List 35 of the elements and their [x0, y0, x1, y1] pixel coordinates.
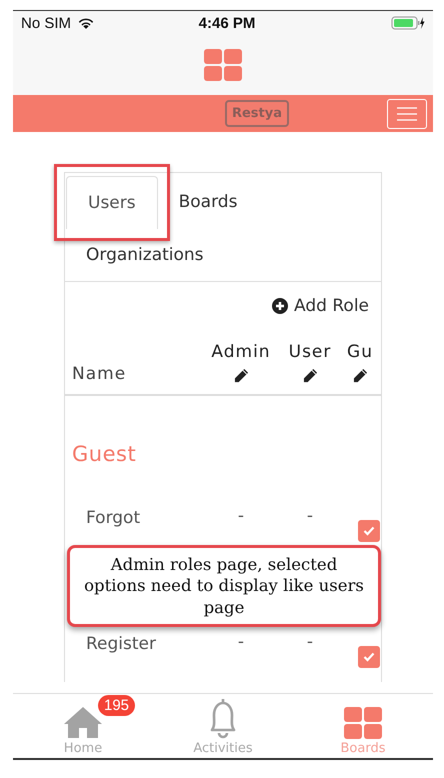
- table-cell: -: [306, 632, 314, 652]
- column-header: User: [288, 342, 332, 362]
- checkbox[interactable]: [358, 520, 380, 542]
- annotation-callout: Admin roles page, selected options need to display like users page: [67, 545, 381, 628]
- boards-icon: [344, 707, 382, 739]
- carrier-text: No SIM: [21, 14, 72, 32]
- checkbox[interactable]: [358, 646, 380, 668]
- notification-badge: 195: [98, 695, 136, 716]
- add-role-link[interactable]: Add Role: [272, 296, 369, 316]
- checkmark-icon: [363, 526, 375, 536]
- tab[interactable]: Users: [66, 176, 158, 229]
- table-cell: -: [238, 506, 244, 526]
- column-header: Gu: [347, 342, 373, 362]
- table-cell: -: [238, 632, 244, 652]
- plus-circle-icon: [272, 298, 288, 314]
- pencil-icon[interactable]: [302, 368, 318, 383]
- battery-icon: [390, 16, 425, 30]
- permission-name: Register: [86, 633, 157, 656]
- table-cell: -: [306, 506, 314, 526]
- clock-text: 4:46 PM: [198, 14, 256, 32]
- tab[interactable]: Boards: [158, 176, 258, 228]
- menu-button[interactable]: [387, 98, 427, 128]
- column-header: Admin: [211, 342, 271, 362]
- checkmark-icon: [363, 652, 375, 662]
- menu-icon: [397, 106, 417, 120]
- wifi-icon: [77, 16, 96, 30]
- pencil-icon[interactable]: [352, 368, 368, 383]
- pencil-icon[interactable]: [234, 368, 248, 383]
- permission-name: Forgot: [86, 507, 142, 530]
- boards-icon: [204, 49, 242, 81]
- tab[interactable]: Organizations: [65, 229, 225, 281]
- tab-bar-item[interactable]: 195 Home: [13, 694, 153, 758]
- column-header: Name: [72, 364, 128, 384]
- home-icon: [62, 705, 104, 739]
- section-title: Guest: [71, 441, 138, 466]
